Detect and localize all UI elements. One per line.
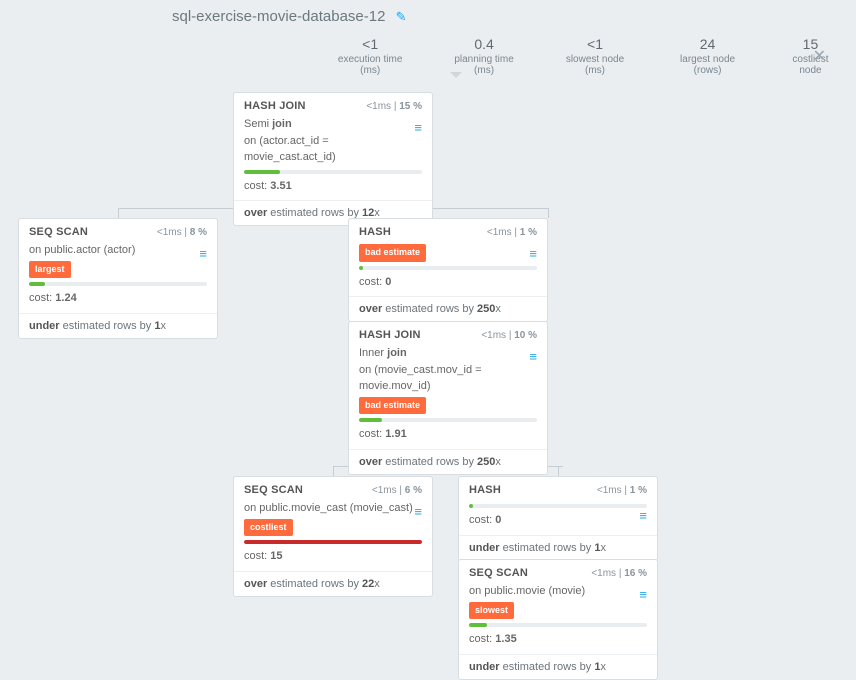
stat-slowest-node: <1 slowest node (ms) xyxy=(540,36,650,76)
node-op: SEQ SCAN xyxy=(244,484,303,496)
database-icon[interactable]: ≡ xyxy=(199,244,207,264)
database-icon[interactable]: ≡ xyxy=(529,244,537,264)
cost-bar xyxy=(244,540,422,544)
node-op: SEQ SCAN xyxy=(29,226,88,238)
node-timing: <1ms | 8 % xyxy=(157,227,207,238)
connector xyxy=(333,466,334,476)
estimation-row: under estimated rows by 1x xyxy=(19,313,217,338)
connector xyxy=(118,208,119,218)
cost-bar xyxy=(359,266,537,270)
node-timing: <1ms | 16 % xyxy=(591,568,647,579)
node-condition: on (movie_cast.mov_id = movie.mov_id) xyxy=(359,364,482,393)
plan-node-hash[interactable]: HASH <1ms | 1 % ≡ bad estimate cost: 0 o… xyxy=(348,218,548,322)
connector xyxy=(558,466,559,476)
node-op: SEQ SCAN xyxy=(469,567,528,579)
cost-bar xyxy=(244,170,422,174)
stat-costliest-node: 15 costliest node xyxy=(765,36,856,76)
badge-bad-estimate: bad estimate xyxy=(359,397,426,415)
estimation-row: over estimated rows by 250x xyxy=(349,296,547,321)
cost-bar xyxy=(29,282,207,286)
cost-bar xyxy=(469,623,647,627)
estimation-row: under estimated rows by 1x xyxy=(459,535,657,560)
edit-icon[interactable]: ✎ xyxy=(396,9,407,24)
badge-bad-estimate: bad estimate xyxy=(359,244,426,262)
cost-bar xyxy=(469,504,647,508)
node-op: HASH JOIN xyxy=(244,100,306,112)
plan-node-seq-scan-actor[interactable]: SEQ SCAN <1ms | 8 % ≡ on public.actor (a… xyxy=(18,218,218,339)
node-relation: on public.movie (movie) xyxy=(469,585,585,597)
plan-node-hash-join[interactable]: HASH JOIN <1ms | 15 % ≡ Semi join on (ac… xyxy=(233,92,433,226)
stat-planning-time: 0.4 planning time (ms) xyxy=(428,36,539,76)
connector xyxy=(548,208,549,218)
estimation-row: over estimated rows by 250x xyxy=(349,449,547,474)
stat-largest-node: 24 largest node (rows) xyxy=(650,36,765,76)
close-icon[interactable]: ✕ xyxy=(813,46,826,66)
node-op: HASH xyxy=(469,484,501,496)
badge-costliest: costliest xyxy=(244,519,293,537)
database-icon[interactable]: ≡ xyxy=(414,118,422,138)
plan-name: sql-exercise-movie-database-12 xyxy=(172,8,385,25)
page-title: sql-exercise-movie-database-12 ✎ xyxy=(172,8,407,25)
node-timing: <1ms | 1 % xyxy=(597,485,647,496)
node-timing: <1ms | 10 % xyxy=(481,330,537,341)
estimation-row: over estimated rows by 22x xyxy=(234,571,432,596)
node-timing: <1ms | 1 % xyxy=(487,227,537,238)
node-timing: <1ms | 6 % xyxy=(372,485,422,496)
node-relation: on public.movie_cast (movie_cast) xyxy=(244,502,413,514)
plan-node-hash-2[interactable]: HASH <1ms | 1 % ≡ cost: 0 under estimate… xyxy=(458,476,658,561)
stat-execution-time: <1 execution time (ms) xyxy=(312,36,428,76)
pointer-icon xyxy=(450,72,462,78)
cost-bar xyxy=(359,418,537,422)
plan-node-seq-scan-movie-cast[interactable]: SEQ SCAN <1ms | 6 % ≡ on public.movie_ca… xyxy=(233,476,433,597)
node-op: HASH JOIN xyxy=(359,329,421,341)
database-icon[interactable]: ≡ xyxy=(529,347,537,367)
badge-slowest: slowest xyxy=(469,602,514,620)
estimation-row: under estimated rows by 1x xyxy=(459,654,657,679)
plan-node-hash-join-inner[interactable]: HASH JOIN <1ms | 10 % ≡ Inner join on (m… xyxy=(348,321,548,475)
database-icon[interactable]: ≡ xyxy=(414,502,422,522)
node-condition: on (actor.act_id = movie_cast.act_id) xyxy=(244,135,336,164)
summary-stats: <1 execution time (ms) 0.4 planning time… xyxy=(312,36,856,76)
badge-largest: largest xyxy=(29,261,71,279)
node-relation: on public.actor (actor) xyxy=(29,244,135,256)
database-icon[interactable]: ≡ xyxy=(639,585,647,605)
plan-node-seq-scan-movie[interactable]: SEQ SCAN <1ms | 16 % ≡ on public.movie (… xyxy=(458,559,658,680)
node-timing: <1ms | 15 % xyxy=(366,101,422,112)
database-icon[interactable]: ≡ xyxy=(639,506,647,526)
node-op: HASH xyxy=(359,226,391,238)
